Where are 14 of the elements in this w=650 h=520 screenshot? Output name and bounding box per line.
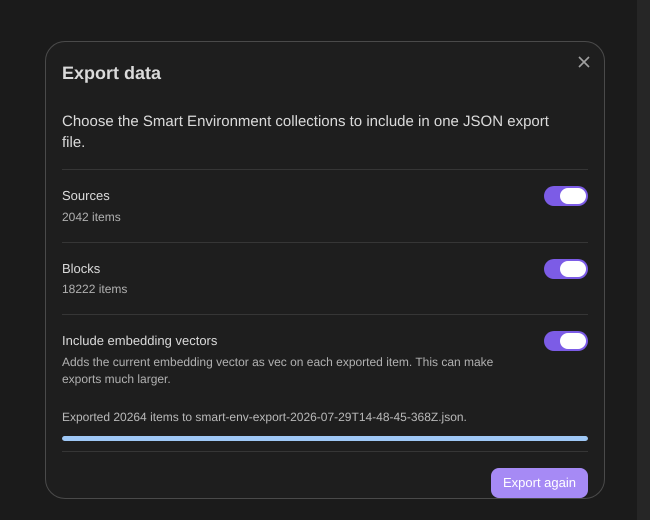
export-status: Exported 20264 items to smart-env-export-2026-07-29T14-48-45-368Z.json. [62,408,468,426]
setting-name: Blocks [62,260,102,278]
close-icon[interactable] [576,54,592,70]
toggle-switch[interactable] [544,258,588,278]
toggle-switch[interactable] [544,331,588,351]
setting-name: Sources [62,187,111,205]
toggle-switch[interactable] [544,186,588,206]
setting-description: 2042 items [62,208,122,226]
dialog-title: Export data [62,62,162,85]
setting-description: 18222 items [62,281,128,298]
dialog-description: Choose the Smart Environment collections to include in one JSON export file. [62,112,550,153]
setting-description: Adds the current embedding vector as vec on each exported item. This can make exports much larger. [62,354,494,388]
setting-name: Include embedding vectors [62,332,218,350]
export-again-button[interactable]: Export again [491,468,588,498]
